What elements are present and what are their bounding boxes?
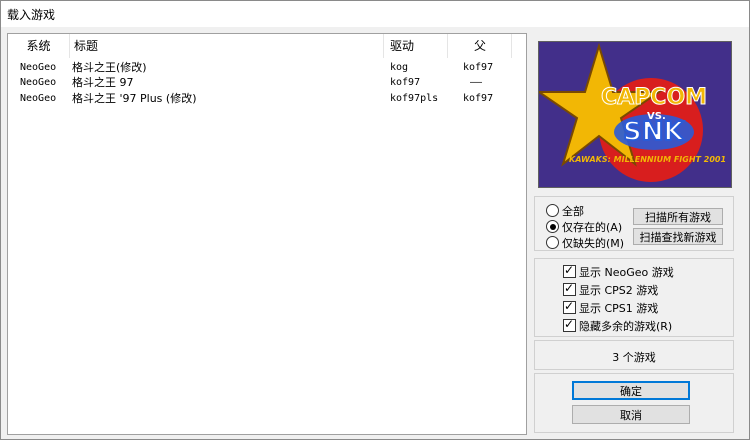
- table-row[interactable]: NeoGeo 格斗之王 97 kof97 ——: [8, 75, 526, 91]
- checkbox-hide-redundant[interactable]: [563, 317, 576, 332]
- logo-snk-text: SNK: [623, 117, 684, 147]
- radio-existing-only[interactable]: [546, 220, 559, 233]
- cancel-button[interactable]: 取消: [572, 405, 690, 424]
- game-count-panel: 3 个游戏: [534, 340, 734, 370]
- column-title[interactable]: 标题: [70, 34, 384, 58]
- cell-driver: kof97pls: [390, 93, 439, 104]
- cell-title: 格斗之王(修改): [72, 61, 147, 74]
- radio-missing-only[interactable]: [546, 236, 559, 249]
- checkbox-show-neogeo-label[interactable]: 显示 NeoGeo 游戏: [579, 264, 674, 280]
- ok-button[interactable]: 确定: [572, 381, 690, 400]
- checkbox-show-cps1-label[interactable]: 显示 CPS1 游戏: [579, 300, 658, 316]
- cell-driver: kof97: [390, 77, 421, 88]
- logo-capcom-text: CAPCOM: [601, 85, 707, 110]
- cell-parent: ——: [470, 77, 483, 88]
- table-row[interactable]: NeoGeo 格斗之王 '97 Plus (修改) kof97pls kof97: [8, 91, 526, 107]
- checkbox-show-cps2[interactable]: [563, 281, 576, 296]
- cell-parent: kof97: [463, 93, 494, 104]
- column-system[interactable]: 系统: [8, 34, 70, 58]
- window-title: 载入游戏: [7, 8, 56, 22]
- table-row[interactable]: NeoGeo 格斗之王(修改) kog kof97: [8, 60, 526, 76]
- column-parent[interactable]: 父: [449, 34, 512, 58]
- logo-subtitle-text: KAWAKS: MILLENNIUM FIGHT 2001: [569, 155, 726, 164]
- cell-system: NeoGeo: [20, 62, 57, 73]
- radio-missing-label[interactable]: 仅缺失的(M): [562, 235, 624, 251]
- cell-title: 格斗之王 '97 Plus (修改): [72, 92, 197, 105]
- game-list[interactable]: 系统 标题 驱动 父 NeoGeo 格斗之王(修改) kog kof97 Neo…: [7, 33, 527, 435]
- radio-all[interactable]: [546, 204, 559, 217]
- cell-title: 格斗之王 97: [72, 76, 134, 89]
- game-count: 3 个游戏: [612, 351, 656, 364]
- checkbox-show-neogeo[interactable]: [563, 263, 576, 278]
- column-driver[interactable]: 驱动: [385, 34, 448, 58]
- checkbox-show-cps2-label[interactable]: 显示 CPS2 游戏: [579, 282, 658, 298]
- cell-system: NeoGeo: [20, 93, 57, 104]
- radio-all-label[interactable]: 全部: [562, 203, 584, 219]
- action-buttons-group: 确定 取消: [534, 373, 734, 433]
- list-header: 系统 标题 驱动 父: [8, 34, 526, 58]
- game-preview-image: CAPCOM VS. SNK KAWAKS: MILLENNIUM FIGHT …: [538, 41, 732, 188]
- cell-parent: kof97: [463, 62, 494, 73]
- display-options-group: 显示 NeoGeo 游戏 显示 CPS2 游戏 显示 CPS1 游戏 隐藏多余的…: [534, 258, 734, 337]
- title-bar: 载入游戏: [1, 1, 749, 27]
- checkbox-show-cps1[interactable]: [563, 299, 576, 314]
- checkbox-hide-redundant-label[interactable]: 隐藏多余的游戏(R): [579, 318, 672, 334]
- radio-existing-label[interactable]: 仅存在的(A): [562, 219, 622, 235]
- cell-system: NeoGeo: [20, 77, 57, 88]
- scan-new-button[interactable]: 扫描查找新游戏: [633, 228, 723, 245]
- filter-group: 全部 仅存在的(A) 仅缺失的(M) 扫描所有游戏 扫描查找新游戏: [534, 196, 734, 251]
- cell-driver: kog: [390, 62, 409, 73]
- load-game-dialog: 载入游戏 系统 标题 驱动 父 NeoGeo 格斗之王(修改) kog kof9…: [0, 0, 750, 440]
- scan-all-button[interactable]: 扫描所有游戏: [633, 208, 723, 225]
